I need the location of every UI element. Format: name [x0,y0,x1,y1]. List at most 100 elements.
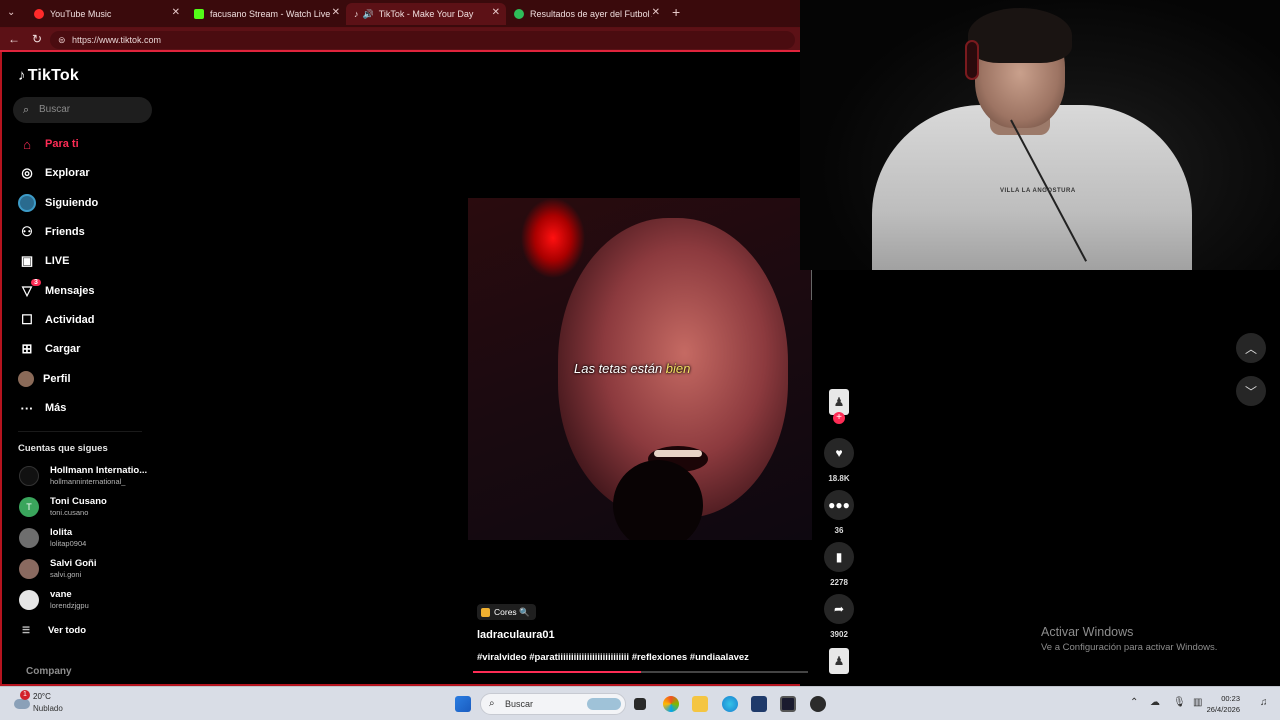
close-tab-icon[interactable]: ✕ [492,7,500,18]
notifications-bell-icon[interactable]: ♫ [1260,697,1268,708]
tab-label: facusano Stream - Watch Live on K [210,9,330,19]
tab-youtube-music[interactable]: YouTube Music ✕ [26,3,186,25]
nav-mensajes[interactable]: ▽ 3 Mensajes [18,279,95,302]
save-count: 2278 [830,578,848,587]
activity-icon: ☐ [21,312,33,327]
follow-plus-button[interactable]: + [833,412,845,424]
like-count: 18.8K [828,474,850,483]
nav-siguiendo[interactable]: Siguiendo [18,192,98,214]
nav-mas[interactable]: ··· Más [18,397,67,419]
site-info-icon[interactable]: ⊜ [58,31,66,49]
account-handle: lorendzjgpu [50,601,89,610]
search-icon: ⌕ [23,104,30,116]
nav-actividad[interactable]: ☐ Actividad [18,309,95,331]
reload-icon[interactable]: ↻ [32,32,42,46]
following-icon [18,194,36,212]
more-icon: ··· [20,400,34,416]
weather-condition: Nublado [33,704,63,713]
video-player[interactable]: Las tetas están bien [468,198,812,540]
clock-date: 26/4/2026 [1206,705,1240,714]
avatar [19,590,39,610]
brand-name: TikTok [27,67,79,84]
notification-badge: 1 [20,690,30,700]
subtitle-text: Las tetas están [574,361,666,376]
nav-label: Más [45,402,67,414]
account-name: lolita [50,527,73,538]
comment-count: 36 [834,526,844,535]
edge-browser-icon[interactable] [722,696,738,712]
tiktok-logo[interactable]: ♪ TikTok [18,67,79,85]
weather-temperature: 20°C [33,692,51,701]
heart-icon[interactable]: ♥ [824,438,854,468]
cloud-icon [14,699,30,709]
futbol-favicon-icon [514,9,524,19]
nav-label: Actividad [45,314,95,326]
store-icon[interactable] [751,696,767,712]
file-explorer-icon[interactable] [692,696,708,712]
start-windows-icon[interactable] [455,696,471,712]
new-tab-plus-icon[interactable]: + [672,4,680,20]
copilot-icon[interactable] [663,696,679,712]
share-icon[interactable]: ➦ [824,594,854,624]
network-icon[interactable]: ☁ [1150,697,1160,708]
avatar: T [19,497,39,517]
see-all-button[interactable]: ☰ Ver todo [22,625,86,636]
tab-kick-stream[interactable]: facusano Stream - Watch Live on K ✕ [186,3,346,25]
shirt-print: VILLA LA ANGOSTURA [1000,188,1076,194]
address-bar: ← ↻ ⊜ https://www.tiktok.com [0,28,800,52]
save-action[interactable]: ▮ 2278 [823,542,855,587]
list-icon: ☰ [22,625,31,635]
tab-label: Resultados de ayer del Futbol Arg [530,9,652,19]
search-input[interactable]: ⌕ Buscar [13,97,152,123]
tab-tiktok[interactable]: ♪ 🔊 TikTok - Make Your Day ✕ [346,3,506,25]
task-view-icon[interactable] [634,698,646,710]
app-icon[interactable] [780,696,796,712]
tab-futbol-results[interactable]: Resultados de ayer del Futbol Arg ✕ [506,3,666,25]
tab-list-chevron-icon[interactable]: ⌄ [7,7,15,18]
video-caption[interactable]: #viralvideo #paratiiiiiiiiiiiiiiiiiiiiii… [477,652,749,663]
url-field[interactable]: ⊜ https://www.tiktok.com [50,31,795,49]
back-arrow-icon[interactable]: ← [8,32,20,46]
activate-title: Activar Windows [1041,625,1134,639]
bookmark-icon[interactable]: ▮ [824,542,854,572]
tab-label: TikTok - Make Your Day [378,9,474,19]
show-hidden-icons-chevron-icon[interactable]: ⌃ [1130,697,1138,708]
taskbar-search-box[interactable]: ⌕ Buscar [480,693,626,715]
nav-perfil[interactable]: Perfil [18,368,71,390]
video-subtitle: Las tetas están bien [574,361,690,376]
nav-explorar[interactable]: ◎ Explorar [18,162,89,184]
headset-icon [965,40,979,80]
next-video-chevron-down-icon[interactable]: ﹀ [1236,376,1266,406]
close-tab-icon[interactable]: ✕ [652,7,660,18]
close-tab-icon[interactable]: ✕ [172,7,180,18]
nav-cargar[interactable]: ⊞ Cargar [18,338,81,360]
opera-gx-icon[interactable] [810,696,826,712]
account-handle: salvi.goni [50,570,82,579]
nav-friends[interactable]: ⚇ Friends [18,221,85,243]
nav-label: Cargar [45,343,81,355]
comment-icon[interactable]: ●●● [824,490,854,520]
video-progress-bar[interactable] [473,671,808,673]
home-icon: ⌂ [23,136,31,152]
video-frame-microphone [613,460,703,540]
compass-icon: ◎ [21,165,33,180]
share-action[interactable]: ➦ 3902 [823,594,855,639]
system-clock[interactable]: 00:23 26/4/2026 [1207,693,1240,715]
upload-icon: ⊞ [21,341,33,356]
sound-disc-thumb[interactable]: ♟ [829,648,849,674]
close-tab-icon[interactable]: ✕ [332,7,340,18]
previous-video-chevron-up-icon[interactable]: ︿ [1236,333,1266,363]
comment-action[interactable]: ●●● 36 [823,490,855,535]
tiktok-favicon-icon: ♪ [354,9,359,19]
video-author[interactable]: ladraculaura01 [477,629,555,641]
speaker-icon[interactable]: 🔊 [363,9,374,20]
activate-subtitle: Ve a Configuración para activar Windows. [1041,642,1218,653]
effect-chip[interactable]: Cores 🔍 [477,604,536,620]
avatar [19,559,39,579]
like-action[interactable]: ♥ 18.8K [823,438,855,483]
nav-para-ti[interactable]: ⌂ Para ti [18,133,79,155]
company-link[interactable]: Company [26,666,72,677]
microphone-icon[interactable]: 🎙 [1173,697,1186,708]
nav-live[interactable]: ▣ LIVE [18,250,70,272]
friends-icon: ⚇ [21,224,33,239]
